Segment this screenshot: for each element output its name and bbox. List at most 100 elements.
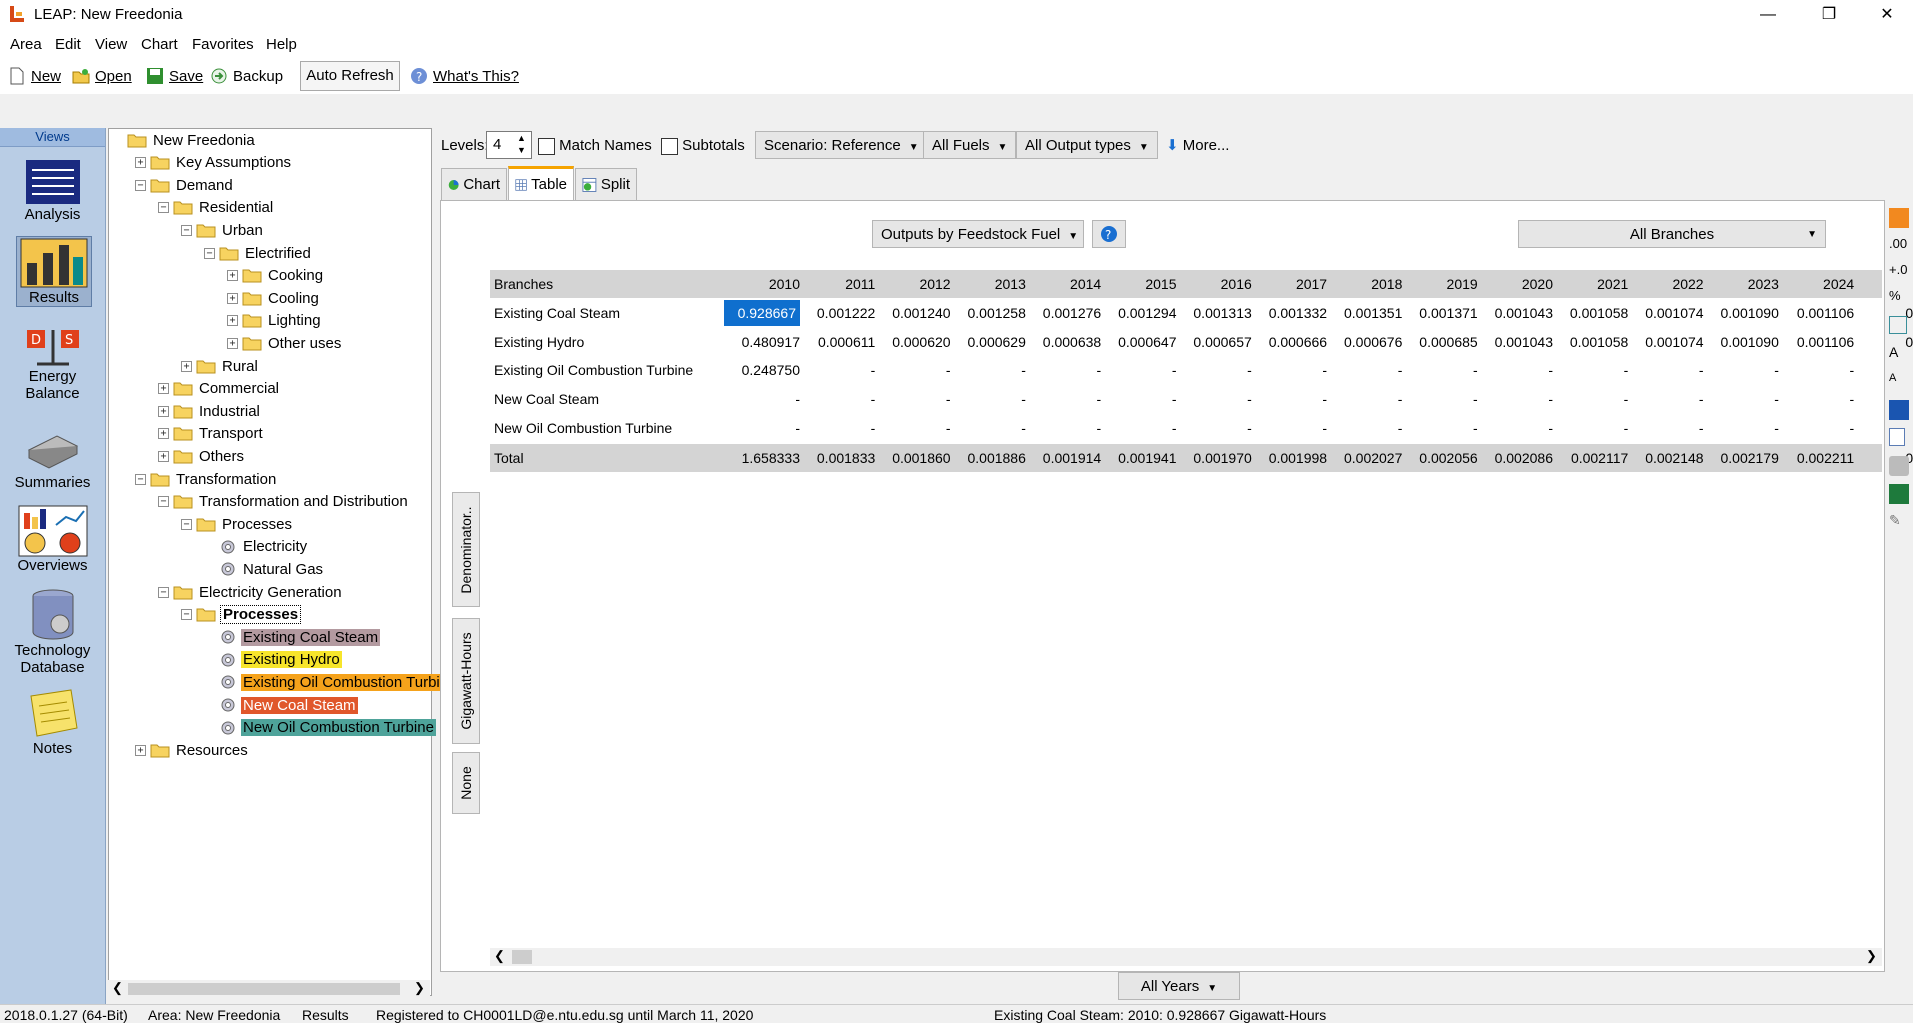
table-cell[interactable]: - (1634, 362, 1704, 378)
row-branch-name[interactable]: Existing Oil Combustion Turbine (494, 362, 693, 378)
scroll-right-icon[interactable]: ❯ (1866, 948, 1877, 964)
menu-edit[interactable]: Edit (55, 36, 81, 53)
total-cell[interactable]: 0.001998 (1257, 450, 1327, 466)
table-cell[interactable]: - (1483, 362, 1553, 378)
table-cell[interactable]: 0.001106 (1784, 334, 1854, 350)
table-cell[interactable]: - (1784, 420, 1854, 436)
column-header[interactable]: Branches (494, 276, 553, 292)
total-cell[interactable]: 0.001886 (956, 450, 1026, 466)
tree-item[interactable]: −Electrified (204, 243, 313, 263)
view-notes[interactable]: Notes (0, 688, 105, 757)
table-cell[interactable]: - (1784, 391, 1854, 407)
branches-dropdown[interactable]: All Branches▼ (1518, 220, 1826, 248)
column-header[interactable]: 2013 (956, 276, 1026, 292)
total-cell[interactable]: 0.002148 (1634, 450, 1704, 466)
table-cell[interactable]: 0.001074 (1634, 334, 1704, 350)
table-cell[interactable]: 0.001043 (1483, 305, 1553, 321)
vtab-denominator[interactable]: Denominator.. (452, 492, 480, 607)
tree-item[interactable]: +Cooling (227, 288, 321, 308)
table-cell[interactable]: - (956, 362, 1026, 378)
tree-item[interactable]: +Resources (135, 740, 250, 760)
table-cell[interactable]: - (1634, 420, 1704, 436)
tree-expander-icon[interactable]: − (158, 202, 169, 213)
column-header[interactable]: 2011 (805, 276, 875, 292)
table-cell[interactable]: - (1257, 420, 1327, 436)
table-cell[interactable]: - (805, 420, 875, 436)
table-cell[interactable]: - (1257, 362, 1327, 378)
table-cell[interactable]: - (1408, 362, 1478, 378)
table-cell[interactable]: - (1483, 420, 1553, 436)
s-icon[interactable] (1889, 208, 1909, 228)
column-header[interactable]: 2015 (1107, 276, 1177, 292)
tab-table[interactable]: Table (508, 166, 574, 200)
table-cell[interactable]: 0.000638 (1031, 334, 1101, 350)
column-header[interactable]: 2023 (1709, 276, 1779, 292)
scroll-left-icon[interactable]: ❮ (112, 980, 123, 996)
scenario-dropdown[interactable]: Scenario: Reference▼ (755, 131, 928, 159)
total-cell[interactable]: 0.002211 (1784, 450, 1854, 466)
font-decrease-icon[interactable]: A (1889, 372, 1909, 392)
table-cell[interactable]: 0.001351 (1332, 305, 1402, 321)
tree-item[interactable]: +Key Assumptions (135, 153, 293, 173)
table-cell[interactable]: - (1558, 391, 1628, 407)
new-button[interactable]: New (8, 64, 61, 88)
tree-expander-icon[interactable]: + (181, 361, 192, 372)
row-branch-name[interactable]: Existing Hydro (494, 334, 584, 350)
total-cell[interactable]: 0.001833 (805, 450, 875, 466)
table-cell[interactable]: 0.000666 (1257, 334, 1327, 350)
tree-scroll-thumb[interactable] (128, 983, 400, 995)
table-cell[interactable]: 0.001106 (1784, 305, 1854, 321)
scroll-right-icon[interactable]: ❯ (414, 980, 425, 996)
table-cell[interactable]: 0.001074 (1634, 305, 1704, 321)
table-cell[interactable]: 0.001043 (1483, 334, 1553, 350)
menu-area[interactable]: Area (10, 36, 42, 53)
table-cell[interactable]: - (1107, 391, 1177, 407)
row-branch-name[interactable]: New Oil Combustion Turbine (494, 420, 672, 436)
auto-refresh-button[interactable]: Auto Refresh (300, 61, 400, 91)
table-cell[interactable]: 0.001058 (1558, 334, 1628, 350)
tree-item[interactable]: −Residential (158, 198, 275, 218)
tree-expander-icon[interactable]: − (181, 609, 192, 620)
table-cell[interactable]: - (1709, 420, 1779, 436)
table-cell[interactable]: - (1634, 391, 1704, 407)
tree-expander-icon[interactable]: + (158, 451, 169, 462)
column-header[interactable]: 2018 (1332, 276, 1402, 292)
vtab-gigawatt-hours[interactable]: Gigawatt-Hours (452, 618, 480, 744)
column-header[interactable]: 2020 (1483, 276, 1553, 292)
selected-table-cell[interactable]: 0.928667 (724, 300, 800, 326)
tree-expander-icon[interactable]: − (135, 474, 146, 485)
tree-item[interactable]: Electricity (204, 537, 309, 557)
tree-expander-icon[interactable]: + (158, 428, 169, 439)
whats-this-button[interactable]: ? What's This? (410, 64, 519, 88)
format-icon[interactable]: % (1889, 288, 1909, 308)
total-cell[interactable]: 0.002086 (1483, 450, 1553, 466)
tree-item[interactable]: −Demand (135, 175, 235, 195)
tree-item[interactable]: +Rural (181, 356, 260, 376)
table-cell[interactable]: 0.000676 (1332, 334, 1402, 350)
table-cell[interactable]: - (1558, 420, 1628, 436)
table-cell[interactable]: - (1182, 362, 1252, 378)
view-technology-database[interactable]: Technology Database (0, 588, 105, 676)
tree-item[interactable]: −Urban (181, 220, 265, 240)
decimal-decrease-icon[interactable]: +.0 (1889, 262, 1909, 282)
tree-expander-icon[interactable]: − (158, 496, 169, 507)
row-branch-name[interactable]: New Coal Steam (494, 391, 599, 407)
table-cell[interactable]: 0.001222 (805, 305, 875, 321)
table-cell[interactable]: - (1332, 420, 1402, 436)
view-results[interactable]: Results (16, 236, 92, 307)
tree-item[interactable]: −Processes (181, 514, 294, 534)
table-cell[interactable]: - (1182, 391, 1252, 407)
tree-horizontal-scrollbar[interactable]: ❮ ❯ (108, 980, 430, 998)
table-cell[interactable]: - (1709, 362, 1779, 378)
table-cell[interactable]: - (881, 420, 951, 436)
tree-expander-icon[interactable]: + (227, 338, 238, 349)
table-cell[interactable]: 0.000657 (1182, 334, 1252, 350)
table-cell[interactable]: - (1182, 420, 1252, 436)
view-summaries[interactable]: Summaries (0, 428, 105, 491)
tree-item[interactable]: +Commercial (158, 379, 281, 399)
subtotals-checkbox[interactable]: Subtotals (661, 137, 745, 155)
grid-icon[interactable] (1889, 316, 1907, 334)
table-cell[interactable]: - (1784, 362, 1854, 378)
row-branch-name[interactable]: Existing Coal Steam (494, 305, 620, 321)
table-cell[interactable]: - (956, 420, 1026, 436)
